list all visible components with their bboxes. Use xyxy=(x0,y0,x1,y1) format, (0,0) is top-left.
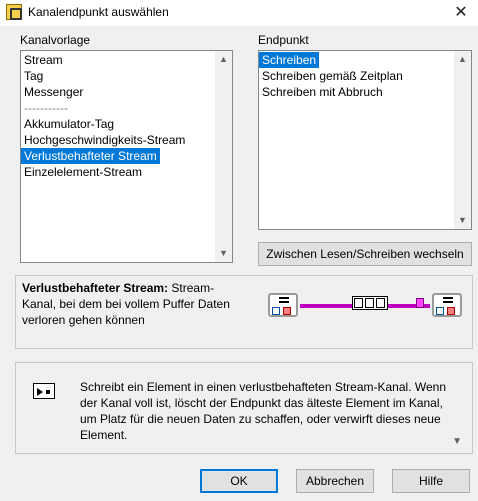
list-item[interactable]: Hochgeschwindigkeits-Stream xyxy=(21,132,188,148)
channel-template-scrollbar[interactable]: ▲ ▼ xyxy=(215,51,232,262)
list-item[interactable]: Schreiben gemäß Zeitplan xyxy=(259,68,406,84)
reader-node-icon xyxy=(432,293,462,317)
writer-node-icon xyxy=(268,293,298,317)
description-panel: Verlustbehafteter Stream: Stream-Kanal, … xyxy=(15,275,473,349)
list-item[interactable]: Schreiben xyxy=(259,52,320,68)
help-scroll-down-icon[interactable]: ▼ xyxy=(452,436,462,447)
scroll-up-arrow-icon[interactable]: ▲ xyxy=(215,51,232,68)
channel-end-icon xyxy=(416,298,424,308)
help-text: Schreibt ein Element in einen verlustbeh… xyxy=(80,380,446,442)
write-endpoint-icon xyxy=(33,383,55,399)
description-text: Verlustbehafteter Stream: Stream-Kanal, … xyxy=(22,280,232,328)
scroll-up-arrow-icon[interactable]: ▲ xyxy=(454,51,471,68)
list-item[interactable]: Einzelelement-Stream xyxy=(21,164,145,180)
cancel-button[interactable]: Abbrechen xyxy=(296,469,374,493)
help-button[interactable]: Hilfe xyxy=(392,469,470,493)
channel-buffer-icon xyxy=(352,296,388,310)
list-item[interactable]: Messenger xyxy=(21,84,86,100)
list-item[interactable]: Stream xyxy=(21,52,66,68)
scroll-down-arrow-icon[interactable]: ▼ xyxy=(215,245,232,262)
help-panel: Schreibt ein Element in einen verlustbeh… xyxy=(15,362,473,454)
scroll-down-arrow-icon[interactable]: ▼ xyxy=(454,212,471,229)
toggle-read-write-button[interactable]: Zwischen Lesen/Schreiben wechseln xyxy=(258,242,472,266)
channel-template-label: Kanalvorlage xyxy=(20,33,91,47)
list-item[interactable]: Akkumulator-Tag xyxy=(21,116,117,132)
ok-button[interactable]: OK xyxy=(200,469,278,493)
list-item[interactable]: Schreiben mit Abbruch xyxy=(259,84,386,100)
endpoint-list[interactable]: Schreiben Schreiben gemäß Zeitplan Schreib… xyxy=(258,50,472,230)
close-button[interactable]: ✕ xyxy=(444,0,478,26)
list-item[interactable]: Verlustbehafteter Stream xyxy=(21,148,160,164)
window-title: Kanalendpunkt auswählen xyxy=(28,5,169,19)
list-item[interactable]: Tag xyxy=(21,68,46,84)
channel-template-list[interactable]: Stream Tag Messenger ----------- Akkumulator… xyxy=(20,50,233,263)
list-separator: ----------- xyxy=(24,101,68,115)
endpoint-scrollbar[interactable]: ▲ ▼ xyxy=(454,51,471,229)
description-title: Verlustbehafteter Stream: xyxy=(22,281,169,295)
title-bar: Kanalendpunkt auswählen ✕ xyxy=(0,0,478,26)
labview-app-icon xyxy=(6,4,22,20)
endpoint-label: Endpunkt xyxy=(258,33,309,47)
